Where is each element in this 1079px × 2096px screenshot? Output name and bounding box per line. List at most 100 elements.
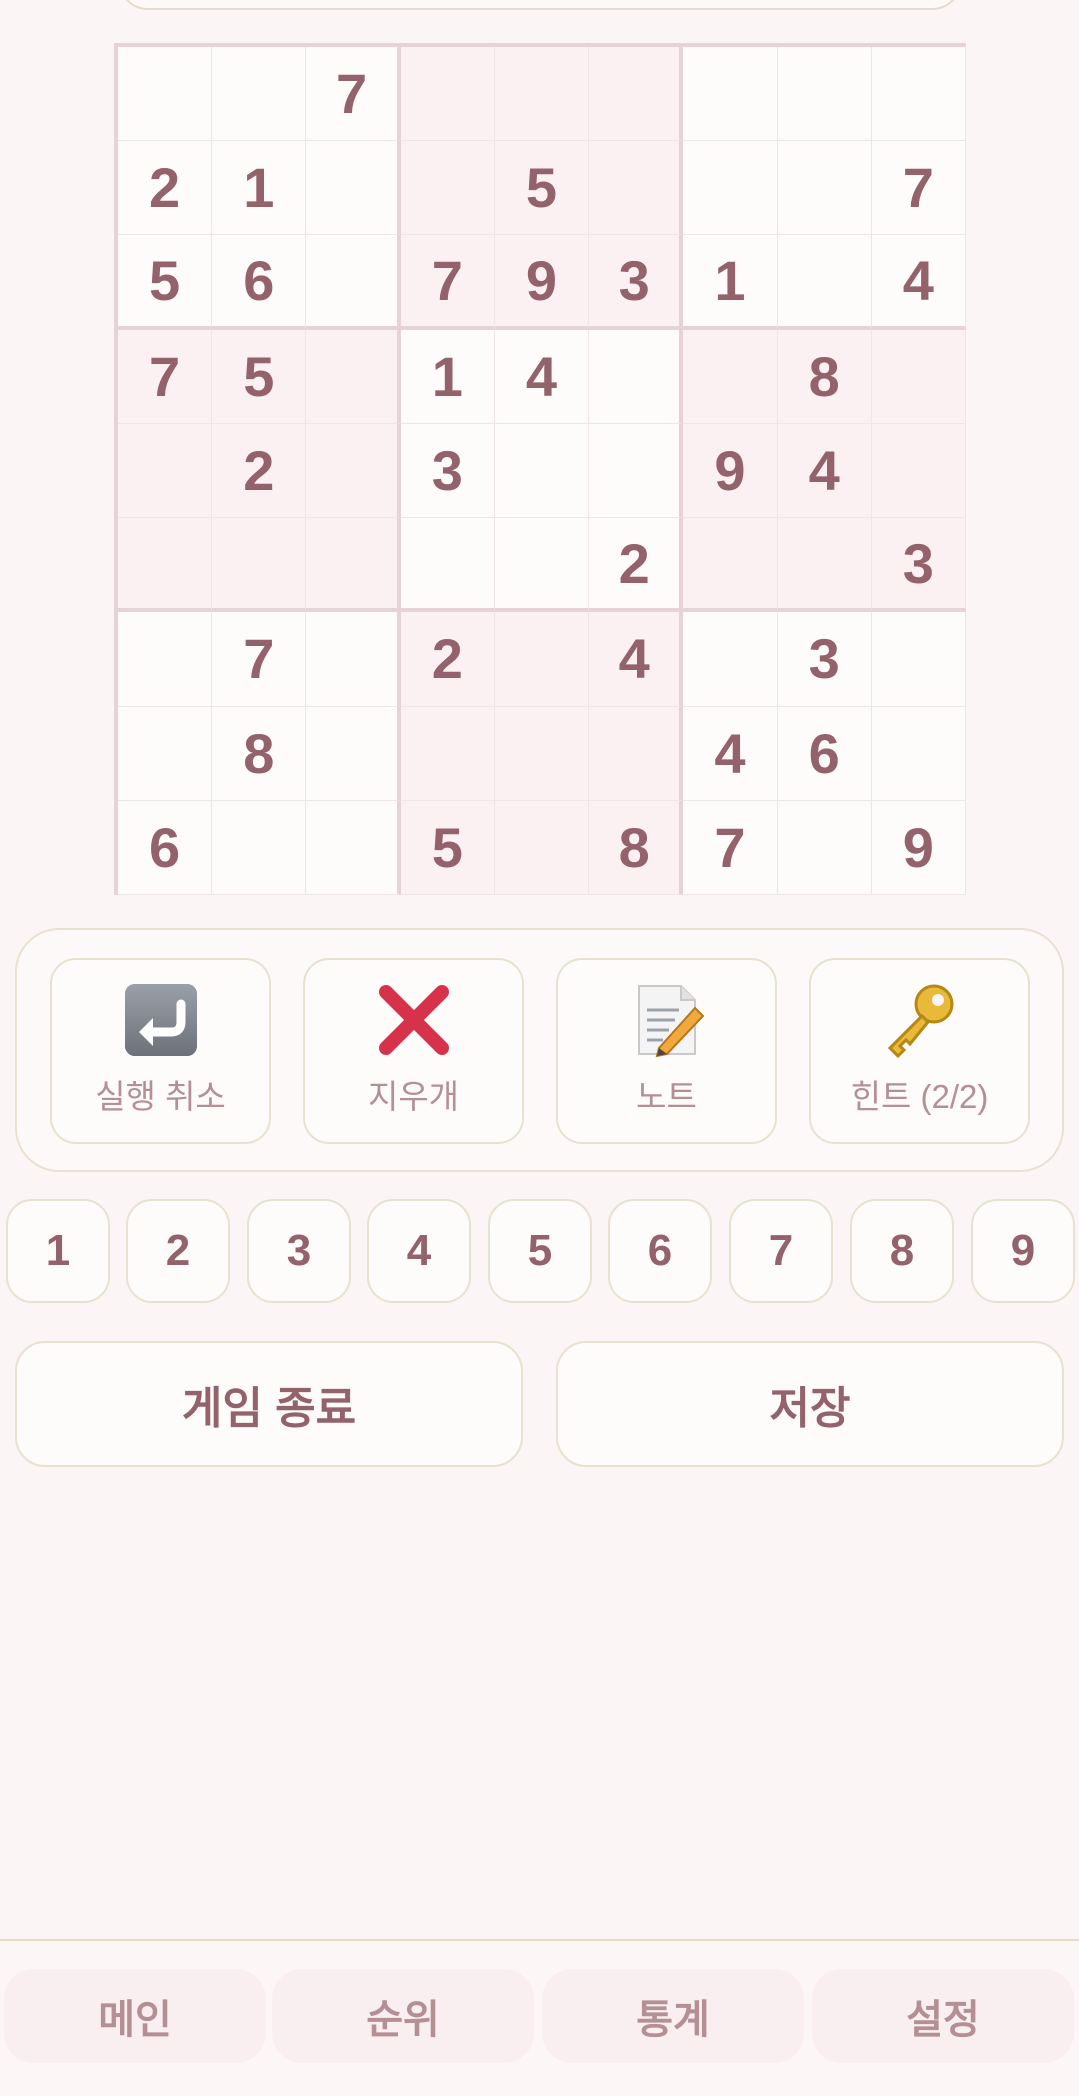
board-cell[interactable]: 5 xyxy=(118,235,213,330)
board-cell[interactable] xyxy=(589,47,684,142)
board-cell[interactable]: 8 xyxy=(212,706,307,801)
board-cell[interactable] xyxy=(212,800,307,895)
board-cell[interactable] xyxy=(871,47,966,142)
board-cell[interactable] xyxy=(777,518,872,613)
nav-stats[interactable]: 통계 xyxy=(542,1969,804,2063)
board-cell[interactable]: 9 xyxy=(871,800,966,895)
board-cell[interactable] xyxy=(306,612,401,707)
number-button-3[interactable]: 3 xyxy=(247,1199,351,1303)
board-cell[interactable]: 6 xyxy=(212,235,307,330)
board-cell[interactable] xyxy=(871,329,966,424)
board-cell[interactable] xyxy=(400,141,495,236)
board-cell[interactable] xyxy=(118,612,213,707)
number-button-1[interactable]: 1 xyxy=(6,1199,110,1303)
board-cell[interactable] xyxy=(306,706,401,801)
board-cell[interactable] xyxy=(212,47,307,142)
number-button-8[interactable]: 8 xyxy=(850,1199,954,1303)
save-button[interactable]: 저장 xyxy=(556,1341,1064,1467)
board-cell[interactable]: 5 xyxy=(212,329,307,424)
board-cell[interactable] xyxy=(494,800,590,895)
board-cell[interactable]: 6 xyxy=(118,800,213,895)
note-button[interactable]: 노트 xyxy=(556,958,777,1144)
board-cell[interactable] xyxy=(118,423,213,519)
board-cell[interactable] xyxy=(777,800,872,895)
board-cell[interactable] xyxy=(871,612,966,707)
number-button-9[interactable]: 9 xyxy=(971,1199,1075,1303)
board-cell[interactable]: 4 xyxy=(589,612,684,707)
board-cell[interactable]: 4 xyxy=(494,329,590,424)
board-cell[interactable] xyxy=(589,706,684,801)
board-cell[interactable]: 7 xyxy=(118,329,213,424)
board-cell[interactable] xyxy=(683,141,778,236)
board-cell[interactable] xyxy=(494,47,590,142)
undo-button[interactable]: 실행 취소 xyxy=(50,958,271,1144)
erase-button[interactable]: 지우개 xyxy=(303,958,524,1144)
board-cell[interactable]: 4 xyxy=(777,423,872,519)
board-cell[interactable] xyxy=(400,47,495,142)
board-cell[interactable]: 2 xyxy=(400,612,495,707)
board-cell[interactable]: 7 xyxy=(306,47,401,142)
board-cell[interactable]: 7 xyxy=(400,235,495,330)
board-cell[interactable]: 8 xyxy=(589,800,684,895)
board-cell[interactable]: 7 xyxy=(683,800,778,895)
nav-main[interactable]: 메인 xyxy=(4,1969,266,2063)
board-cell[interactable]: 4 xyxy=(683,706,778,801)
board-cell[interactable]: 2 xyxy=(589,518,684,613)
board-cell[interactable]: 5 xyxy=(400,800,495,895)
board-cell[interactable] xyxy=(683,612,778,707)
board-cell[interactable]: 3 xyxy=(777,612,872,707)
board-cell[interactable] xyxy=(683,329,778,424)
board-cell[interactable]: 1 xyxy=(683,235,778,330)
board-cell[interactable] xyxy=(871,706,966,801)
board-cell[interactable] xyxy=(494,612,590,707)
board-cell[interactable] xyxy=(306,518,401,613)
board-cell[interactable] xyxy=(306,329,401,424)
board-cell[interactable] xyxy=(494,706,590,801)
nav-ranking[interactable]: 순위 xyxy=(272,1969,534,2063)
board-cell[interactable] xyxy=(589,141,684,236)
board-cell[interactable] xyxy=(589,423,684,519)
end-game-button[interactable]: 게임 종료 xyxy=(15,1341,523,1467)
board-cell[interactable]: 1 xyxy=(400,329,495,424)
board-cell[interactable] xyxy=(306,800,401,895)
number-button-4[interactable]: 4 xyxy=(367,1199,471,1303)
number-button-7[interactable]: 7 xyxy=(729,1199,833,1303)
board-cell[interactable] xyxy=(118,706,213,801)
board-cell[interactable]: 6 xyxy=(777,706,872,801)
board-cell[interactable] xyxy=(400,706,495,801)
board-cell[interactable] xyxy=(683,518,778,613)
board-cell[interactable] xyxy=(589,329,684,424)
board-cell[interactable] xyxy=(400,518,495,613)
board-cell[interactable]: 9 xyxy=(494,235,590,330)
board-cell[interactable] xyxy=(118,47,213,142)
board-cell[interactable]: 4 xyxy=(871,235,966,330)
board-cell[interactable]: 3 xyxy=(400,423,495,519)
number-button-5[interactable]: 5 xyxy=(488,1199,592,1303)
board-cell[interactable] xyxy=(306,235,401,330)
board-cell[interactable]: 1 xyxy=(212,141,307,236)
board-cell[interactable]: 3 xyxy=(589,235,684,330)
board-cell[interactable]: 5 xyxy=(494,141,590,236)
board-cell[interactable] xyxy=(306,141,401,236)
board-cell[interactable] xyxy=(118,518,213,613)
board-cell[interactable]: 8 xyxy=(777,329,872,424)
board-cell[interactable]: 3 xyxy=(871,518,966,613)
sudoku-board[interactable]: 72157567931475148239423724384665879 xyxy=(114,43,966,895)
board-cell[interactable]: 2 xyxy=(212,423,307,519)
board-cell[interactable] xyxy=(777,235,872,330)
number-button-2[interactable]: 2 xyxy=(126,1199,230,1303)
board-cell[interactable] xyxy=(777,47,872,142)
board-cell[interactable] xyxy=(212,518,307,613)
board-cell[interactable] xyxy=(494,423,590,519)
board-cell[interactable] xyxy=(777,141,872,236)
board-cell[interactable] xyxy=(871,423,966,519)
nav-settings[interactable]: 설정 xyxy=(812,1969,1074,2063)
board-cell[interactable]: 9 xyxy=(683,423,778,519)
board-cell[interactable]: 7 xyxy=(871,141,966,236)
board-cell[interactable] xyxy=(683,47,778,142)
board-cell[interactable] xyxy=(494,518,590,613)
board-cell[interactable] xyxy=(306,423,401,519)
number-button-6[interactable]: 6 xyxy=(608,1199,712,1303)
board-cell[interactable]: 2 xyxy=(118,141,213,236)
hint-button[interactable]: 힌트 (2/2) xyxy=(809,958,1030,1144)
